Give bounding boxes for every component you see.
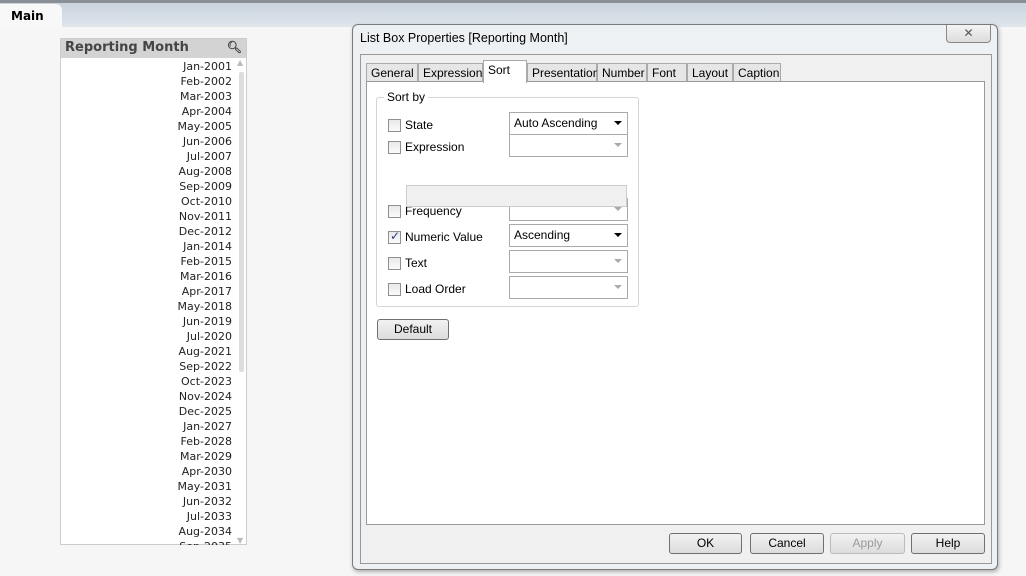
tab-presentation[interactable]: Presentation: [527, 63, 599, 82]
list-item[interactable]: Mar-2016: [61, 269, 234, 284]
ok-button[interactable]: OK: [669, 533, 742, 554]
load-order-label: Load Order: [405, 282, 466, 296]
dropdown-arrow-icon: [614, 121, 622, 125]
list-item[interactable]: Apr-2030: [61, 464, 234, 479]
dialog-title: List Box Properties [Reporting Month]: [360, 31, 568, 45]
dropdown-value: Ascending: [514, 228, 571, 242]
list-item[interactable]: May-2018: [61, 299, 234, 314]
list-item[interactable]: Jul-2033: [61, 509, 234, 524]
dropdown-arrow-icon: [614, 233, 622, 237]
reporting-month-listbox: Reporting Month 🔍︎ Jan-2001 Feb-2002 Mar-2…: [60, 38, 247, 545]
list-item[interactable]: Nov-2011: [61, 209, 234, 224]
apply-button[interactable]: Apply: [830, 533, 905, 554]
list-item[interactable]: Jan-2001: [61, 59, 234, 74]
list-item[interactable]: Aug-2034: [61, 524, 234, 539]
close-button[interactable]: ✕: [946, 25, 991, 43]
cancel-button[interactable]: Cancel: [750, 533, 824, 554]
dropdown-arrow-icon: [614, 143, 622, 147]
scroll-down-icon[interactable]: ▼: [237, 536, 243, 545]
text-checkbox[interactable]: [388, 257, 401, 270]
expression-label: Expression: [405, 140, 465, 154]
listbox-header: Reporting Month 🔍︎: [61, 39, 246, 58]
tab-layout[interactable]: Layout: [687, 63, 733, 82]
list-item[interactable]: Feb-2002: [61, 74, 234, 89]
help-button[interactable]: Help: [911, 533, 985, 554]
scroll-up-icon[interactable]: ▲: [237, 58, 243, 67]
list-item[interactable]: Feb-2028: [61, 434, 234, 449]
list-item[interactable]: Sep-2009: [61, 179, 234, 194]
search-icon[interactable]: 🔍︎: [227, 40, 242, 54]
dropdown-arrow-icon: [614, 259, 622, 263]
list-item[interactable]: Mar-2003: [61, 89, 234, 104]
sort-by-group: Sort by State Auto Ascending Expression Fre…: [376, 90, 639, 307]
list-box-properties-dialog: List Box Properties [Reporting Month] ✕ …: [352, 24, 998, 570]
list-item[interactable]: Oct-2023: [61, 374, 234, 389]
list-item[interactable]: Dec-2012: [61, 224, 234, 239]
tab-sort[interactable]: Sort: [483, 60, 527, 83]
list-item[interactable]: Apr-2017: [61, 284, 234, 299]
scrollbar[interactable]: ▲ ▼: [237, 58, 246, 545]
list-item[interactable]: Jul-2007: [61, 149, 234, 164]
list-item[interactable]: Jul-2020: [61, 329, 234, 344]
load-order-checkbox[interactable]: [388, 283, 401, 296]
checkmark-icon: ✓: [390, 229, 401, 243]
list-item[interactable]: Nov-2024: [61, 389, 234, 404]
list-item[interactable]: Jan-2014: [61, 239, 234, 254]
scrollbar-thumb[interactable]: [239, 72, 244, 372]
text-dropdown: [509, 250, 628, 273]
expression-checkbox[interactable]: [388, 141, 401, 154]
list-item[interactable]: May-2005: [61, 119, 234, 134]
list-item[interactable]: Sep-2035: [61, 539, 234, 545]
frequency-checkbox[interactable]: [388, 205, 401, 218]
sheet-tab-bar: [0, 0, 1026, 27]
list-item[interactable]: Jun-2032: [61, 494, 234, 509]
list-item[interactable]: Sep-2022: [61, 359, 234, 374]
list-item[interactable]: Mar-2029: [61, 449, 234, 464]
list-item[interactable]: Apr-2004: [61, 104, 234, 119]
tab-expressions[interactable]: Expressions: [418, 63, 488, 82]
default-button[interactable]: Default: [377, 319, 449, 340]
close-icon: ✕: [963, 26, 974, 40]
listbox-items: Jan-2001 Feb-2002 Mar-2003 Apr-2004 May-2005…: [61, 58, 234, 545]
tab-font[interactable]: Font: [647, 63, 687, 82]
tab-main[interactable]: Main: [0, 4, 62, 28]
tab-caption[interactable]: Caption: [733, 63, 781, 82]
listbox-title: Reporting Month: [65, 40, 189, 55]
list-item[interactable]: Jun-2006: [61, 134, 234, 149]
list-item[interactable]: Jan-2027: [61, 419, 234, 434]
state-checkbox[interactable]: [388, 119, 401, 132]
list-item[interactable]: Feb-2015: [61, 254, 234, 269]
expression-input: [406, 185, 627, 207]
list-item[interactable]: Jun-2019: [61, 314, 234, 329]
list-item[interactable]: Oct-2010: [61, 194, 234, 209]
numeric-value-dropdown[interactable]: Ascending: [509, 224, 628, 247]
state-label: State: [405, 118, 434, 132]
dropdown-arrow-icon: [614, 207, 622, 211]
sort-panel: Sort by State Auto Ascending Expression Fre…: [366, 81, 985, 525]
list-item[interactable]: Dec-2025: [61, 404, 234, 419]
numeric-value-checkbox[interactable]: ✓: [388, 229, 401, 244]
list-item[interactable]: May-2031: [61, 479, 234, 494]
dropdown-value: Auto Ascending: [514, 116, 598, 130]
tab-number[interactable]: Number: [597, 63, 647, 82]
load-order-dropdown: [509, 276, 628, 299]
state-dropdown[interactable]: Auto Ascending: [509, 112, 628, 135]
text-label: Text: [405, 256, 428, 270]
list-item[interactable]: Aug-2008: [61, 164, 234, 179]
tab-general[interactable]: General: [366, 63, 418, 82]
group-label: Sort by: [384, 90, 429, 104]
dropdown-arrow-icon: [614, 285, 622, 289]
numeric-value-label: Numeric Value: [405, 230, 483, 244]
list-item[interactable]: Aug-2021: [61, 344, 234, 359]
dialog-body: General Expressions Sort Presentation Number…: [360, 54, 992, 564]
expression-dropdown: [509, 134, 628, 157]
